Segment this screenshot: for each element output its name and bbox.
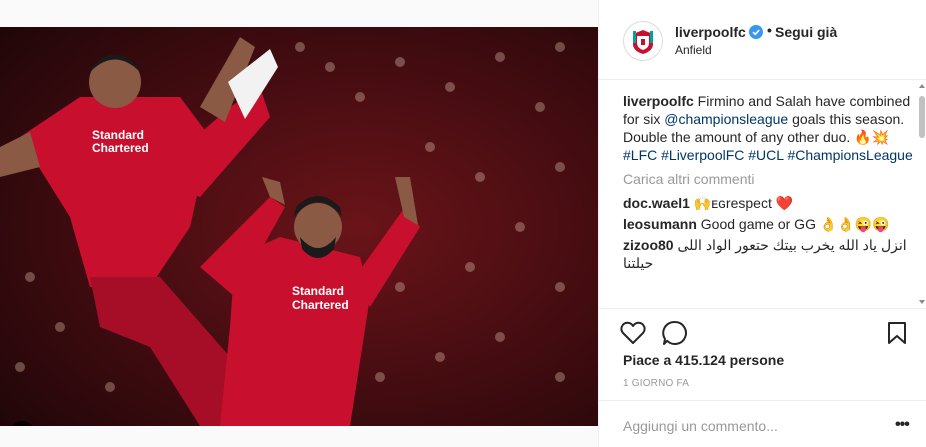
comment-username[interactable]: doc.wael1: [623, 195, 690, 211]
action-bar: [599, 308, 926, 354]
comment-text: 🙌ᴇɢrespect ❤️: [693, 195, 794, 211]
hashtag-links[interactable]: #LFC #LiverpoolFC #UCL #ChampionsLeague: [623, 147, 913, 163]
header-username[interactable]: liverpoolfc: [675, 24, 746, 40]
more-options-button[interactable]: •••: [895, 416, 910, 434]
scroll-down-arrow-icon[interactable]: [919, 300, 925, 304]
following-button[interactable]: Segui già: [775, 24, 837, 40]
save-button[interactable]: [883, 319, 911, 347]
verified-badge-icon: [749, 25, 763, 39]
scroll-thumb[interactable]: [919, 96, 925, 138]
post-date[interactable]: 1 GIORNO FA: [623, 378, 689, 389]
likes-count[interactable]: Piace a 415.124 persone: [623, 352, 784, 368]
comment-text: Good game or GG 👌👌😜😜: [700, 216, 890, 232]
svg-text:Standard: Standard: [92, 128, 144, 142]
post-header: liverpoolfc • Segui già Anfield: [599, 0, 926, 80]
post-side-panel: liverpoolfc • Segui già Anfield liverpoo…: [598, 0, 926, 447]
load-more-comments-button[interactable]: Carica altri commenti: [623, 170, 915, 188]
like-button[interactable]: [619, 319, 647, 347]
photo-illustration: Standard Chartered Standard Chartered: [0, 27, 598, 426]
add-comment-section: •••: [599, 400, 926, 447]
post-photo[interactable]: Standard Chartered Standard Chartered: [0, 27, 598, 426]
comment-username[interactable]: zizoo80: [623, 237, 674, 253]
bookmark-icon: [888, 322, 906, 344]
scroll-up-arrow-icon[interactable]: [919, 84, 925, 88]
comment-item: doc.wael1 🙌ᴇɢrespect ❤️: [623, 194, 915, 212]
comments-list: liverpoolfc Firmino and Salah have combi…: [623, 92, 915, 306]
caption: liverpoolfc Firmino and Salah have combi…: [623, 92, 915, 164]
mention-link[interactable]: @championsleague: [664, 111, 788, 127]
comment-input[interactable]: [623, 415, 883, 437]
comment-icon: [662, 320, 687, 345]
svg-text:Standard: Standard: [292, 284, 344, 298]
location-link[interactable]: Anfield: [675, 43, 712, 57]
comment-item: zizoo80 انزل ياد الله يخرب بيتك حتعور ال…: [623, 236, 915, 272]
avatar[interactable]: [623, 21, 663, 61]
heart-icon: [620, 321, 646, 344]
svg-text:Chartered: Chartered: [92, 141, 149, 155]
caption-username[interactable]: liverpoolfc: [623, 93, 694, 109]
comment-item: leosumann Good game or GG 👌👌😜😜: [623, 215, 915, 233]
comment-button[interactable]: [661, 319, 689, 347]
instagram-post-page: Standard Chartered Standard Chartered li…: [0, 0, 926, 447]
follow-separator: •: [767, 22, 772, 38]
comment-username[interactable]: leosumann: [623, 216, 697, 232]
comments-scrollbar[interactable]: [918, 82, 926, 308]
svg-text:Chartered: Chartered: [292, 298, 349, 312]
liverpool-crest-icon: [633, 30, 653, 54]
